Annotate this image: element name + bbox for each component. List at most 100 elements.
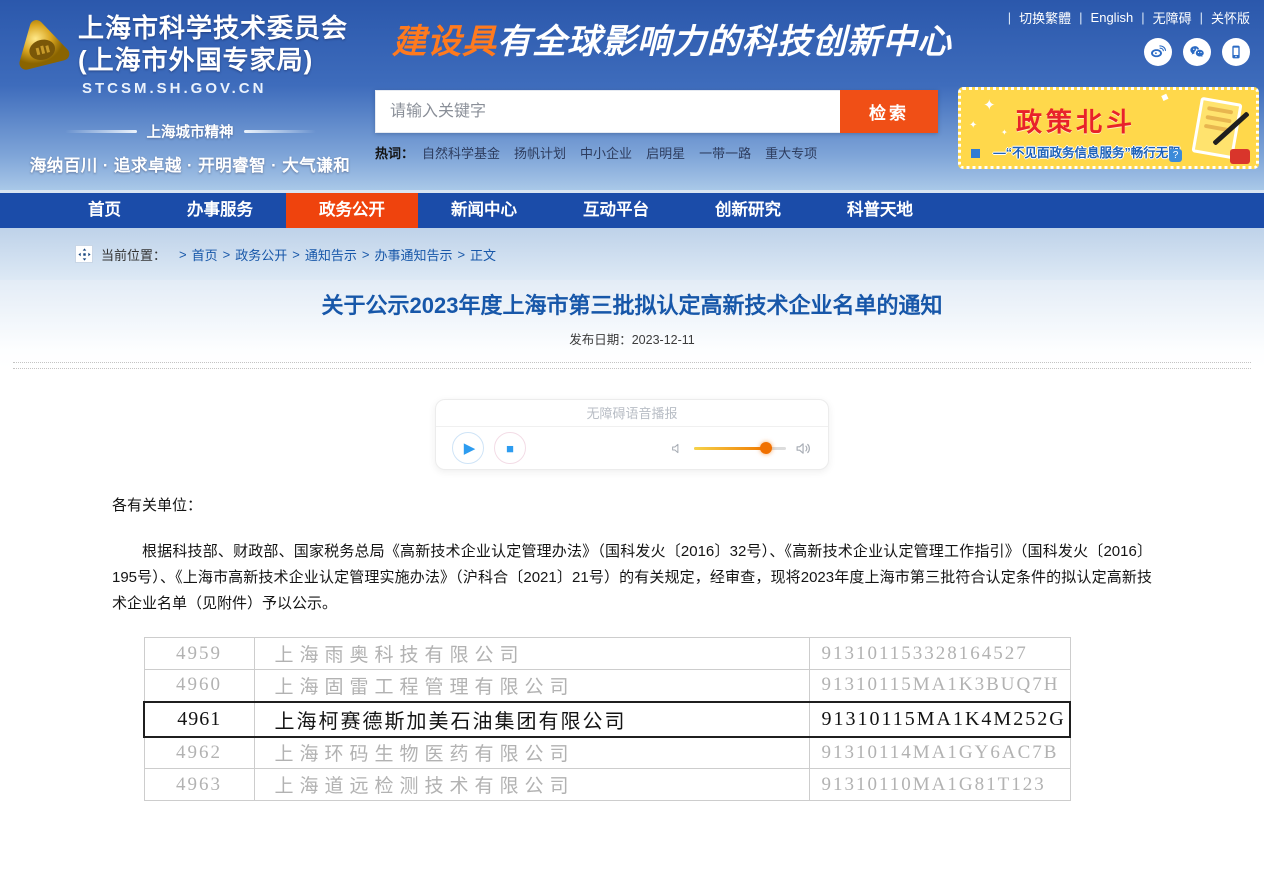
serial-number-cell: 4963 <box>144 769 254 801</box>
company-name-cell: 上海雨奥科技有限公司 <box>254 638 809 670</box>
serial-number-cell: 4961 <box>144 702 254 737</box>
city-spirit-motto: 海纳百川 · 追求卓越 · 开明睿智 · 大气谦和 <box>0 152 380 176</box>
hot-word-link[interactable]: 中小企业 <box>580 143 632 162</box>
hand-cuff-icon <box>1230 149 1250 164</box>
breadcrumb-link[interactable]: 政务公开 <box>235 245 287 264</box>
hot-word-link[interactable]: 一带一路 <box>699 143 751 162</box>
stcsm-logo <box>12 16 70 79</box>
hot-word-link[interactable]: 自然科学基金 <box>422 143 500 162</box>
breadcrumb-separator: > <box>223 247 231 262</box>
wechat-icon[interactable] <box>1183 38 1211 66</box>
volume-control <box>670 440 812 457</box>
location-arrows-icon <box>75 245 93 263</box>
volume-slider[interactable] <box>694 447 786 450</box>
audio-reader-widget: 无障碍语音播报 ▶ ■ <box>435 399 829 470</box>
slogan-lead: 建设具 <box>392 22 497 62</box>
breadcrumb-separator: > <box>362 247 370 262</box>
serial-number-cell: 4960 <box>144 670 254 702</box>
company-name-cell: 上海固雷工程管理有限公司 <box>254 670 809 702</box>
credit-code-cell: 91310110MA1G81T123 <box>809 769 1070 801</box>
policy-beidou-banner[interactable]: ✦ ✦ ✦ ◆ 政策北斗 —“不见面政务信息服务”畅行无阻 ? <box>958 87 1259 169</box>
breadcrumb-prefix: 当前位置： <box>101 245 166 264</box>
nav-item[interactable]: 创新研究 <box>682 193 814 228</box>
breadcrumb-separator: > <box>292 247 300 262</box>
weibo-icon[interactable] <box>1144 38 1172 66</box>
breadcrumb-separator: > <box>457 247 465 262</box>
mobile-icon[interactable] <box>1222 38 1250 66</box>
org-name-block: 上海市科学技术委员会 (上海市外国专家局) STCSM.SH.GOV.CN <box>78 12 348 97</box>
breadcrumb: 当前位置： > 首页 > 政务公开 > 通知告示 > 办事通知告示 > 正文 <box>0 228 1264 280</box>
utility-link[interactable]: English <box>1091 10 1134 25</box>
audio-reader-title: 无障碍语音播报 <box>436 400 828 427</box>
table-row[interactable]: 4959 上海雨奥科技有限公司 913101153328164527 <box>144 638 1070 670</box>
breadcrumb-link[interactable]: 通知告示 <box>305 245 357 264</box>
table-row[interactable]: 4960 上海固雷工程管理有限公司 91310115MA1K3BUQ7H <box>144 670 1070 702</box>
company-name-cell: 上海柯赛德斯加美石油集团有限公司 <box>254 702 809 737</box>
search-input[interactable] <box>375 90 840 133</box>
stop-icon[interactable]: ■ <box>494 432 526 464</box>
salutation: 各有关单位： <box>112 494 1152 515</box>
volume-mute-icon <box>670 441 685 456</box>
sparkle-decoration: ✦ <box>1001 128 1008 137</box>
nav-item[interactable]: 互动平台 <box>550 193 682 228</box>
link-separator: | <box>1079 10 1082 25</box>
company-list-table: 4959 上海雨奥科技有限公司 913101153328164527 4960 … <box>143 637 1071 801</box>
table-row[interactable]: 4961 上海柯赛德斯加美石油集团有限公司 91310115MA1K4M252G <box>144 702 1070 737</box>
nav-item[interactable]: 新闻中心 <box>418 193 550 228</box>
volume-knob[interactable] <box>760 442 772 454</box>
sparkle-decoration: ✦ <box>969 120 977 131</box>
serial-number-cell: 4962 <box>144 737 254 769</box>
notice-paragraph: 根据科技部、财政部、国家税务总局《高新技术企业认定管理办法》（国科发火〔2016… <box>112 539 1152 617</box>
link-separator: | <box>1141 10 1144 25</box>
breadcrumb-link[interactable]: 正文 <box>470 245 496 264</box>
credit-code-cell: 91310114MA1GY6AC7B <box>809 737 1070 769</box>
breadcrumb-link[interactable]: 办事通知告示 <box>374 245 452 264</box>
square-decoration <box>971 149 980 158</box>
site-search: 检索 热词： 自然科学基金扬帆计划中小企业启明星一带一路重大专项 <box>375 90 938 162</box>
company-list-table-wrap: 4959 上海雨奥科技有限公司 913101153328164527 4960 … <box>143 637 1264 801</box>
calligraphy-slogan: 建设具有全球影响力的科技创新中心 <box>392 14 952 63</box>
city-spirit-title: 上海城市精神 <box>0 121 380 142</box>
credit-code-cell: 91310115MA1K3BUQ7H <box>809 670 1070 702</box>
slogan-rest: 有全球影响力的科技创新中心 <box>497 22 952 62</box>
hot-word-link[interactable]: 扬帆计划 <box>514 143 566 162</box>
main-navigation: 首页 办事服务 政务公开 新闻中心 互动平台 创新研究 科普天地 <box>0 193 1264 228</box>
org-name-line1: 上海市科学技术委员会 <box>78 12 348 44</box>
utility-link[interactable]: 切换繁體 <box>1019 8 1071 27</box>
link-separator: | <box>1200 10 1203 25</box>
search-button[interactable]: 检索 <box>840 90 938 133</box>
question-badge: ? <box>1169 149 1182 162</box>
sparkle-decoration: ✦ <box>983 96 996 114</box>
site-header: | 切换繁體 | English | 无障碍 | 关怀版 <box>0 0 1264 190</box>
link-separator: | <box>1008 10 1011 25</box>
top-utility-links: | 切换繁體 | English | 无障碍 | 关怀版 <box>1000 8 1250 27</box>
volume-loud-icon <box>795 440 812 457</box>
site-domain: STCSM.SH.GOV.CN <box>82 80 348 97</box>
credit-code-cell: 913101153328164527 <box>809 638 1070 670</box>
table-row[interactable]: 4963 上海道远检测技术有限公司 91310110MA1G81T123 <box>144 769 1070 801</box>
nav-item[interactable]: 科普天地 <box>814 193 946 228</box>
hot-word-link[interactable]: 重大专项 <box>765 143 817 162</box>
article-body: 各有关单位： 根据科技部、财政部、国家税务总局《高新技术企业认定管理办法》（国科… <box>0 494 1264 617</box>
nav-item[interactable]: 办事服务 <box>154 193 286 228</box>
utility-link[interactable]: 无障碍 <box>1153 8 1192 27</box>
hot-word-link[interactable]: 启明星 <box>646 143 685 162</box>
company-name-cell: 上海道远检测技术有限公司 <box>254 769 809 801</box>
hot-words-row: 热词： 自然科学基金扬帆计划中小企业启明星一带一路重大专项 <box>375 143 938 162</box>
serial-number-cell: 4959 <box>144 638 254 670</box>
page-title: 关于公示2023年度上海市第三批拟认定高新技术企业名单的通知 <box>0 292 1264 320</box>
nav-item[interactable]: 首页 <box>55 193 154 228</box>
nav-item[interactable]: 政务公开 <box>286 193 418 228</box>
publish-date: 发布日期：2023-12-11 <box>0 329 1264 348</box>
breadcrumb-separator: > <box>179 247 187 262</box>
company-name-cell: 上海环码生物医药有限公司 <box>254 737 809 769</box>
play-icon[interactable]: ▶ <box>452 432 484 464</box>
volume-fill <box>694 447 766 450</box>
utility-link[interactable]: 关怀版 <box>1211 8 1250 27</box>
breadcrumb-link[interactable]: 首页 <box>192 245 218 264</box>
table-row[interactable]: 4962 上海环码生物医药有限公司 91310114MA1GY6AC7B <box>144 737 1070 769</box>
city-spirit-block: 上海城市精神 海纳百川 · 追求卓越 · 开明睿智 · 大气谦和 <box>0 121 380 176</box>
credit-code-cell: 91310115MA1K4M252G <box>809 702 1070 737</box>
org-name-line2: (上海市外国专家局) <box>78 44 348 76</box>
writing-hand-illustration <box>1184 96 1252 166</box>
